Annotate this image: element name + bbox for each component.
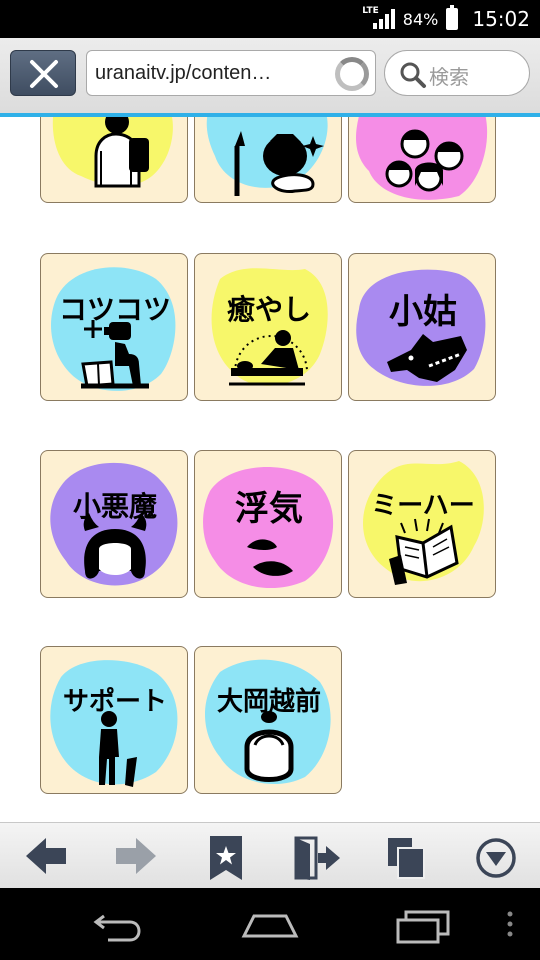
- book-icon: [362, 461, 484, 585]
- tile-label: ミーハー: [371, 491, 475, 521]
- nav-recents-icon: [396, 910, 450, 944]
- nav-recents-button[interactable]: [394, 906, 464, 946]
- type-tile-uwaki[interactable]: 浮気: [194, 450, 342, 598]
- page-content[interactable]: コツコツ 癒やし 小姑 小悪魔 浮気 ミーハー サポート 大岡越前: [0, 117, 540, 822]
- battery-percent: 84%: [402, 9, 439, 29]
- tile-label: 大岡越前: [216, 687, 321, 717]
- bookmark-button[interactable]: [198, 831, 258, 881]
- browser-toolbar: uranaitv.jp/conten… 検索: [0, 38, 540, 114]
- samurai-head-icon: [205, 659, 331, 785]
- search-placeholder: 検索: [429, 65, 469, 89]
- menu-down-icon: [476, 838, 516, 878]
- type-tile-koakuma[interactable]: 小悪魔: [40, 450, 188, 598]
- nav-overflow-icon: [507, 911, 513, 937]
- browser-bottom-bar: [0, 822, 540, 888]
- type-tile-support[interactable]: サポート: [40, 646, 188, 794]
- system-nav-bar: [0, 888, 540, 960]
- palette-brush-icon: [206, 117, 328, 196]
- nav-home-button[interactable]: [240, 906, 310, 946]
- nav-back-icon: [93, 914, 141, 942]
- type-tile-miha[interactable]: ミーハー: [348, 450, 496, 598]
- tile-label: コツコツ: [58, 293, 171, 326]
- group-faces-icon: [356, 117, 488, 200]
- tile-label: 浮気: [235, 489, 303, 529]
- tile-label: 小悪魔: [72, 490, 157, 523]
- bookmark-star-icon: [210, 836, 242, 880]
- forward-arrow-icon: [116, 838, 156, 874]
- tile-label: 癒やし: [226, 293, 311, 326]
- tabs-button[interactable]: [378, 831, 438, 881]
- tabs-icon: [388, 838, 425, 879]
- search-icon: [400, 62, 426, 88]
- status-bar: LTE 84% 15:02: [0, 0, 540, 38]
- type-tile[interactable]: [348, 117, 496, 203]
- back-arrow-icon: [26, 838, 66, 874]
- url-field[interactable]: uranaitv.jp/conten…: [86, 50, 376, 96]
- exit-button[interactable]: [286, 831, 346, 881]
- forward-button[interactable]: [106, 831, 166, 881]
- nav-home-icon: [241, 914, 299, 938]
- close-icon: [30, 60, 58, 88]
- tile-label: サポート: [62, 687, 167, 717]
- type-tile-ooka-echizen[interactable]: 大岡越前: [194, 646, 342, 794]
- reload-icon[interactable]: [335, 57, 369, 91]
- type-tile[interactable]: [40, 117, 188, 203]
- nav-overflow-button[interactable]: [500, 906, 520, 946]
- type-tile[interactable]: [194, 117, 342, 203]
- network-type: LTE: [362, 6, 379, 16]
- battery-icon: [446, 5, 459, 30]
- exit-door-icon: [294, 836, 340, 880]
- tile-label: 小姑: [389, 292, 457, 332]
- close-tab-button[interactable]: [10, 50, 76, 96]
- nav-back-button[interactable]: [90, 906, 160, 946]
- url-text: uranaitv.jp/conten…: [95, 62, 272, 84]
- walking-person-icon: [50, 660, 178, 787]
- clock: 15:02: [472, 7, 530, 31]
- back-button[interactable]: [16, 831, 76, 881]
- type-tile-iyashi[interactable]: 癒やし: [194, 253, 342, 401]
- type-tile-kotsukotsu[interactable]: コツコツ: [40, 253, 188, 401]
- search-input[interactable]: 検索: [384, 50, 530, 96]
- type-tile-kojuto[interactable]: 小姑: [348, 253, 496, 401]
- menu-button[interactable]: [466, 831, 526, 881]
- person-backpack-icon: [52, 117, 173, 188]
